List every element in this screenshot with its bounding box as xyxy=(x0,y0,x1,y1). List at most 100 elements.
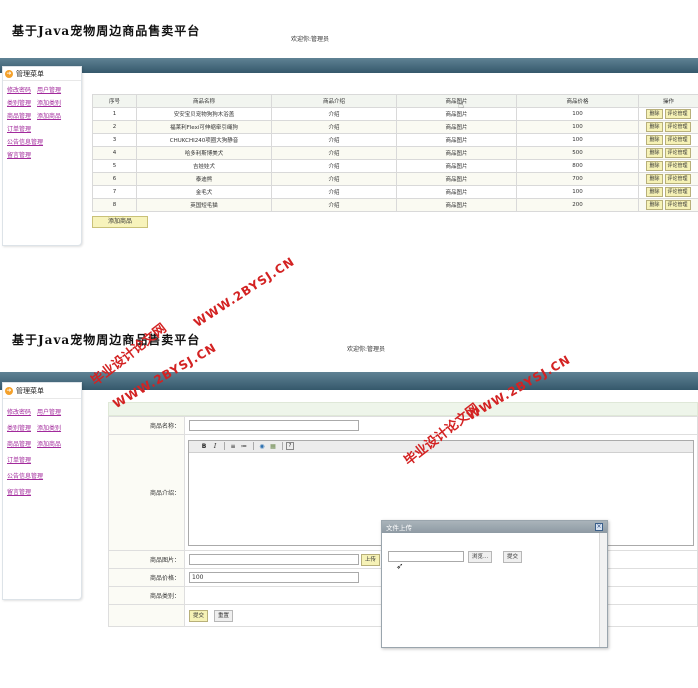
italic-icon[interactable]: I xyxy=(210,442,220,451)
sidebar-header: ➜ 管理菜单 xyxy=(3,383,81,399)
table-cell: 介绍 xyxy=(271,146,397,160)
table-cell: 100 xyxy=(516,133,639,147)
table-row: 1 安安宝贝宠物狗狗木浴盖 介绍 商品图片 100 删除 评论管理 xyxy=(92,107,698,121)
table-cell: 100 xyxy=(516,107,639,121)
column-header: 商品介绍 xyxy=(271,94,397,108)
table-cell: 商品图片 xyxy=(396,133,517,147)
sidebar-link-change-password[interactable]: 修改密码 xyxy=(7,407,31,416)
comment-manage-button[interactable]: 评论管理 xyxy=(664,109,691,119)
row-actions: 删除 评论管理 xyxy=(638,120,698,134)
add-product-screen: 基于Java宠物周边商品售卖平台 欢迎你:管理员 ➜ 管理菜单 修改密码 用户管理… xyxy=(0,308,698,688)
table-cell: 英国短毛猫 xyxy=(136,198,272,212)
table-cell: 介绍 xyxy=(271,172,397,186)
sidebar-link-user-manage[interactable]: 用户管理 xyxy=(37,407,61,416)
sidebar-link-category-manage[interactable]: 类别管理 xyxy=(7,98,31,107)
table-cell: 商品图片 xyxy=(396,172,517,186)
table-cell: 商品图片 xyxy=(396,120,517,134)
sidebar-link-notice-manage[interactable]: 公告信息管理 xyxy=(7,471,43,480)
table-cell: 500 xyxy=(516,146,639,160)
dialog-scrollbar[interactable] xyxy=(599,533,607,647)
column-header: 商品价格 xyxy=(516,94,639,108)
delete-button[interactable]: 删除 xyxy=(646,187,663,197)
sidebar-link-user-manage[interactable]: 用户管理 xyxy=(37,85,61,94)
sidebar: ➜ 管理菜单 修改密码 用户管理 类别管理 添加类别 商品管理 添加商品 订单管理 公… xyxy=(2,66,82,246)
table-row: 8 英国短毛猫 介绍 商品图片 200 删除 评论管理 xyxy=(92,198,698,212)
site-title: 基于Java宠物周边商品售卖平台 xyxy=(12,333,201,347)
pointer-cursor-icon: ➶ xyxy=(396,562,404,572)
help-icon[interactable]: ? xyxy=(286,442,294,450)
table-row: 2 福莱利Flexi可伸缩牵引绳狗 介绍 商品图片 100 删除 评论管理 xyxy=(92,120,698,134)
delete-button[interactable]: 删除 xyxy=(646,148,663,158)
file-upload-dialog: 文件上传 × 浏览... 提交 ➶ xyxy=(381,520,608,648)
table-cell: 吉娃娃犬 xyxy=(136,159,272,173)
product-price-input[interactable]: 100 xyxy=(189,572,359,583)
dialog-submit-button[interactable]: 提交 xyxy=(503,551,523,563)
sidebar-link-add-product[interactable]: 添加商品 xyxy=(37,111,61,120)
delete-button[interactable]: 删除 xyxy=(646,174,663,184)
bold-icon[interactable]: B xyxy=(199,442,209,451)
comment-manage-button[interactable]: 评论管理 xyxy=(664,135,691,145)
link-icon[interactable]: ◉ xyxy=(257,442,267,451)
column-header: 序号 xyxy=(92,94,137,108)
unordered-list-icon[interactable]: ≔ xyxy=(239,442,249,451)
product-image-input[interactable] xyxy=(189,554,359,565)
arrow-right-icon: ➜ xyxy=(5,386,13,395)
image-insert-icon[interactable]: ▦ xyxy=(268,442,278,451)
product-intro-label: 商品介绍： xyxy=(108,434,185,551)
comment-manage-button[interactable]: 评论管理 xyxy=(664,148,691,158)
submit-button[interactable]: 提交 xyxy=(189,609,209,622)
sidebar-link-message-manage[interactable]: 留言管理 xyxy=(7,487,31,496)
sidebar-link-add-category[interactable]: 添加类别 xyxy=(37,423,61,432)
delete-button[interactable]: 删除 xyxy=(646,200,663,210)
comment-manage-button[interactable]: 评论管理 xyxy=(664,200,691,210)
table-cell: 4 xyxy=(92,146,137,160)
table-cell: 安安宝贝宠物狗狗木浴盖 xyxy=(136,107,272,121)
comment-manage-button[interactable]: 评论管理 xyxy=(664,161,691,171)
sidebar-link-order-manage[interactable]: 订单管理 xyxy=(7,124,31,133)
upload-button[interactable]: 上传 xyxy=(360,553,380,566)
sidebar-link-product-manage[interactable]: 商品管理 xyxy=(7,439,31,448)
dialog-titlebar: 文件上传 × xyxy=(382,521,607,533)
delete-button[interactable]: 删除 xyxy=(646,122,663,132)
add-product-button[interactable]: 添加商品 xyxy=(92,216,148,228)
reset-button[interactable]: 重置 xyxy=(213,609,233,622)
row-actions: 删除 评论管理 xyxy=(638,185,698,199)
delete-button[interactable]: 删除 xyxy=(646,161,663,171)
sidebar-link-change-password[interactable]: 修改密码 xyxy=(7,85,31,94)
comment-manage-button[interactable]: 评论管理 xyxy=(664,122,691,132)
sidebar-title: 管理菜单 xyxy=(16,69,44,78)
sidebar-link-add-product[interactable]: 添加商品 xyxy=(37,439,61,448)
sidebar-link-order-manage[interactable]: 订单管理 xyxy=(7,455,31,464)
sidebar-link-category-manage[interactable]: 类别管理 xyxy=(7,423,31,432)
toolbar-divider xyxy=(224,442,225,450)
table-cell: 100 xyxy=(516,185,639,199)
row-actions: 删除 评论管理 xyxy=(638,107,698,121)
sidebar-link-add-category[interactable]: 添加类别 xyxy=(37,98,61,107)
comment-manage-button[interactable]: 评论管理 xyxy=(664,174,691,184)
table-cell: 哈多利斯博美犬 xyxy=(136,146,272,160)
file-path-input[interactable] xyxy=(388,551,464,562)
ordered-list-icon[interactable]: ≡ xyxy=(228,442,238,451)
toolbar-divider xyxy=(253,442,254,450)
hand-cursor-icon: ☝ xyxy=(458,100,465,111)
table-row: 5 吉娃娃犬 介绍 商品图片 800 删除 评论管理 xyxy=(92,159,698,173)
sidebar-link-notice-manage[interactable]: 公告信息管理 xyxy=(7,137,43,146)
sidebar-link-message-manage[interactable]: 留言管理 xyxy=(7,150,31,159)
delete-button[interactable]: 删除 xyxy=(646,109,663,119)
table-cell: 7 xyxy=(92,185,137,199)
table-cell: 介绍 xyxy=(271,120,397,134)
table-row: 6 泰迪熊 介绍 商品图片 700 删除 评论管理 xyxy=(92,172,698,186)
table-cell: 介绍 xyxy=(271,198,397,212)
header-band xyxy=(0,372,698,390)
comment-manage-button[interactable]: 评论管理 xyxy=(664,187,691,197)
product-table: 序号 商品名称 商品介绍 商品图片 商品价格 操作 1 安安宝贝宠物狗狗木浴盖 介绍… xyxy=(92,94,698,212)
header-band xyxy=(0,58,698,73)
delete-button[interactable]: 删除 xyxy=(646,135,663,145)
row-actions: 删除 评论管理 xyxy=(638,198,698,212)
table-row: 7 金毛犬 介绍 商品图片 100 删除 评论管理 xyxy=(92,185,698,199)
close-icon[interactable]: × xyxy=(595,523,603,531)
sidebar-link-product-manage[interactable]: 商品管理 xyxy=(7,111,31,120)
product-category-label: 商品类别： xyxy=(108,586,185,605)
browse-button[interactable]: 浏览... xyxy=(468,551,493,563)
product-name-input[interactable] xyxy=(189,420,359,431)
